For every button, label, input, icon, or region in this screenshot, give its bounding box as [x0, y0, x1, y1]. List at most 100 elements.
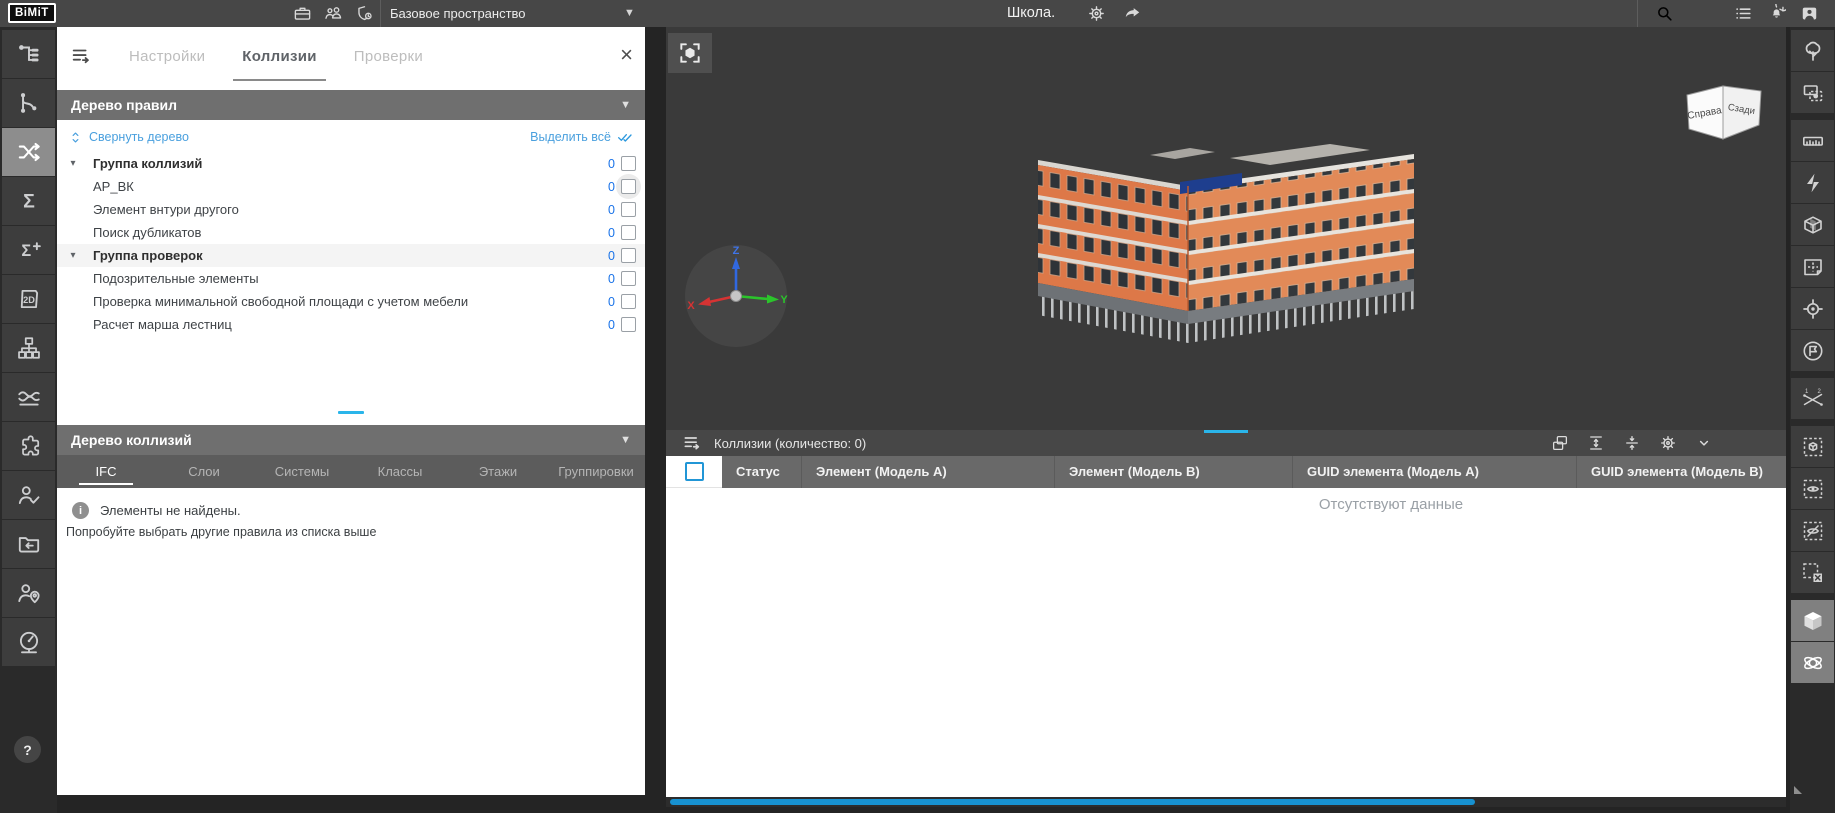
rule-count: 0 [601, 226, 615, 240]
right-tool-environment[interactable] [1791, 30, 1834, 71]
rule-row[interactable]: ▾Группа коллизий0 [57, 152, 645, 175]
right-tool-quick-actions[interactable] [1791, 162, 1834, 203]
right-tool-drawings[interactable] [1791, 246, 1834, 287]
column-header[interactable]: Элемент (Модель A) [802, 456, 1055, 488]
fit-view-button[interactable] [668, 33, 712, 73]
right-tool-flags[interactable] [1791, 330, 1834, 371]
caret-down-icon[interactable]: ▾ [65, 158, 81, 169]
building-model[interactable] [1030, 103, 1422, 359]
left-tool-2d-view[interactable] [2, 275, 55, 323]
menu-list-button[interactable] [1733, 4, 1753, 24]
tab-Проверки[interactable]: Проверки [354, 27, 423, 85]
tab-Настройки[interactable]: Настройки [129, 27, 205, 85]
right-tool-show-selection[interactable] [1791, 468, 1834, 509]
notifications-button[interactable] [1766, 4, 1786, 24]
account-button[interactable] [1799, 4, 1819, 24]
projects-button[interactable] [292, 4, 312, 24]
right-tool-clear-selection[interactable] [1791, 552, 1834, 593]
right-tool-locate[interactable] [1791, 288, 1834, 329]
left-tool-totals-add[interactable] [2, 226, 55, 274]
rule-row[interactable]: Проверка минимальной свободной площади с… [57, 290, 645, 313]
help-button[interactable]: ? [14, 736, 41, 763]
left-tool-user-location[interactable] [2, 569, 55, 617]
left-tool-dashboard[interactable] [2, 618, 55, 666]
collision-tab-Системы[interactable]: Системы [253, 455, 351, 488]
caret-down-icon[interactable]: ▾ [65, 250, 81, 261]
select-all-link[interactable]: Выделить всё [530, 129, 633, 145]
rule-row[interactable]: Подозрительные элементы0 [57, 267, 645, 290]
collision-tab-Слои[interactable]: Слои [155, 455, 253, 488]
left-tool-user-tasks[interactable] [2, 471, 55, 519]
right-tool-section-box[interactable] [1791, 204, 1834, 245]
left-tool-model-tree[interactable] [2, 30, 55, 78]
left-tool-graphs[interactable] [2, 373, 55, 421]
team-button[interactable] [323, 4, 343, 24]
right-tool-clash-points[interactable] [1791, 378, 1834, 419]
panel-menu-button[interactable] [70, 45, 92, 67]
collision-tree-header[interactable]: Дерево коллизий ▼ [57, 425, 645, 455]
collision-tab-Этажи[interactable]: Этажи [449, 455, 547, 488]
chevron-down-icon[interactable]: ▼ [620, 99, 631, 111]
panel-resize-handle[interactable] [338, 411, 364, 414]
collapse-panel-button[interactable] [1694, 433, 1714, 453]
collision-tab-Классы[interactable]: Классы [351, 455, 449, 488]
security-button[interactable] [354, 4, 374, 24]
rule-row[interactable]: ▾Группа проверок0 [57, 244, 645, 267]
rule-checkbox[interactable] [621, 179, 636, 194]
share-icon [1123, 4, 1142, 23]
project-settings-button[interactable] [1086, 4, 1106, 24]
rule-count: 0 [601, 249, 615, 263]
left-tool-totals[interactable] [2, 177, 55, 225]
chevron-down-icon[interactable]: ▼ [624, 0, 635, 27]
view-cube[interactable]: Справа Сзади [1678, 79, 1770, 143]
resize-grip-icon[interactable] [1794, 786, 1802, 794]
right-toolbar-group [1790, 30, 1835, 113]
collision-tab-Группировки[interactable]: Группировки [547, 455, 645, 488]
left-tool-relations[interactable] [2, 79, 55, 127]
right-tool-select-objects[interactable] [1791, 72, 1834, 113]
table-menu-button[interactable] [682, 433, 702, 453]
rule-checkbox[interactable] [621, 202, 636, 217]
workspace-selector[interactable]: Базовое пространство [390, 0, 526, 27]
chevron-down-icon[interactable]: ▼ [620, 434, 631, 446]
right-tool-isolate-selection[interactable] [1791, 426, 1834, 467]
panel-resize-handle[interactable] [1204, 430, 1248, 433]
viewport-3d[interactable]: Справа Сзади Z Y X [666, 27, 1786, 430]
left-tool-plugins[interactable] [2, 422, 55, 470]
right-tool-orbit-mode[interactable] [1791, 642, 1834, 683]
rules-tree-header[interactable]: Дерево правил ▼ [57, 90, 645, 120]
rule-checkbox[interactable] [621, 156, 636, 171]
rule-row[interactable]: АР_ВК0 [57, 175, 645, 198]
search-button[interactable] [1654, 3, 1674, 23]
axis-gizmo[interactable]: Z Y X [683, 243, 789, 349]
rule-checkbox[interactable] [621, 317, 636, 332]
rule-checkbox[interactable] [621, 294, 636, 309]
rule-checkbox[interactable] [621, 248, 636, 263]
collision-tab-IFC[interactable]: IFC [57, 455, 155, 488]
left-tool-structure-scheme[interactable] [2, 324, 55, 372]
column-header[interactable]: GUID элемента (Модель A) [1293, 456, 1577, 488]
rule-checkbox[interactable] [621, 225, 636, 240]
scrollbar-thumb[interactable] [670, 799, 1475, 805]
left-tool-collisions[interactable] [2, 128, 55, 176]
rule-checkbox[interactable] [621, 271, 636, 286]
column-header[interactable]: Элемент (Модель B) [1055, 456, 1293, 488]
rule-row[interactable]: Элемент внтури другого0 [57, 198, 645, 221]
right-tool-hide-selection[interactable] [1791, 510, 1834, 551]
close-icon[interactable]: × [620, 44, 633, 66]
column-header[interactable]: GUID элемента (Модель B) [1577, 456, 1786, 488]
rule-row[interactable]: Поиск дубликатов0 [57, 221, 645, 244]
collapse-tree-link[interactable]: Свернуть дерево [69, 130, 189, 144]
left-tool-import-folder[interactable] [2, 520, 55, 568]
right-tool-measure[interactable] [1791, 120, 1834, 161]
share-button[interactable] [1122, 4, 1142, 24]
right-tool-shaded-view[interactable] [1791, 600, 1834, 641]
select-all-checkbox[interactable] [685, 462, 704, 481]
table-settings-button[interactable] [1658, 433, 1678, 453]
collapse-rows-button[interactable] [1622, 433, 1642, 453]
fit-row-height-button[interactable] [1586, 433, 1606, 453]
copy-results-button[interactable] [1550, 433, 1570, 453]
rule-row[interactable]: Расчет марша лестниц0 [57, 313, 645, 336]
tab-Коллизии[interactable]: Коллизии [242, 27, 317, 85]
column-header[interactable]: Статус [722, 456, 802, 488]
